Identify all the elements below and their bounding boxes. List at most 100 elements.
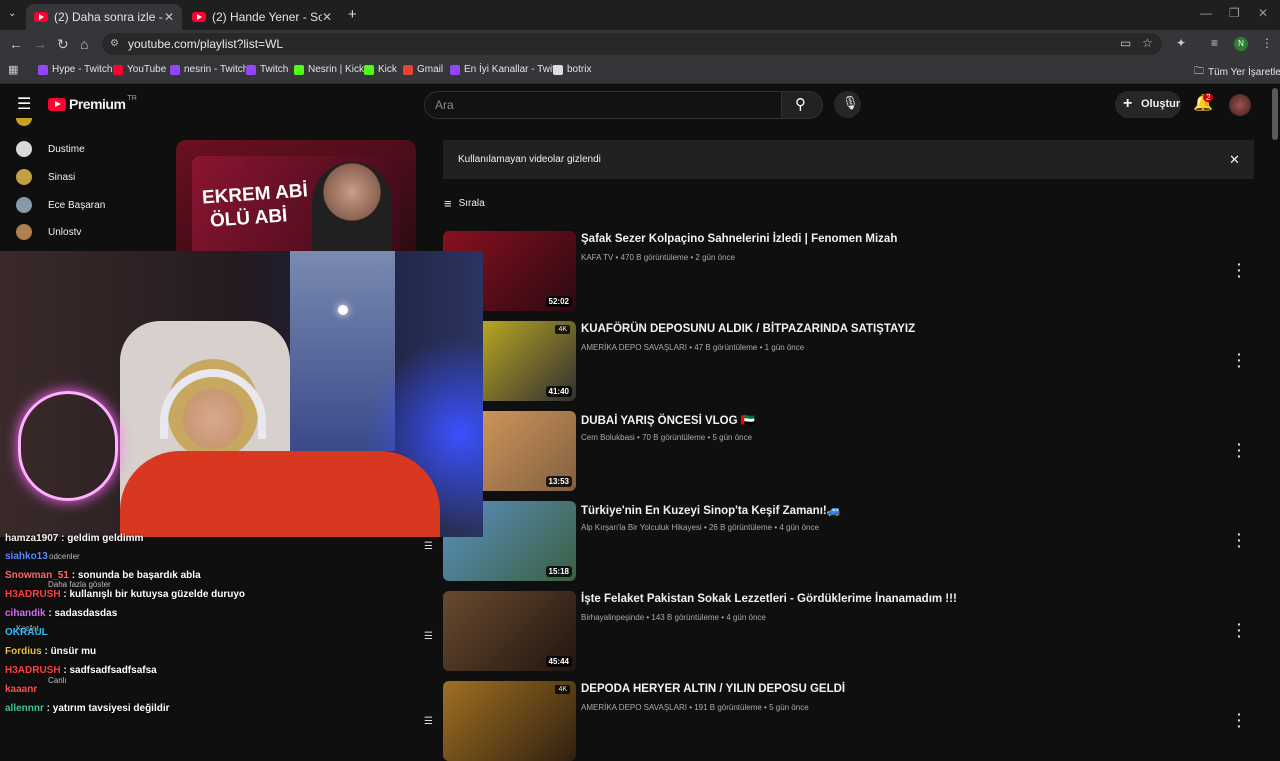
site-info-icon[interactable]: ⚙ bbox=[110, 33, 119, 55]
more-actions-icon[interactable]: · · · bbox=[1237, 617, 1242, 643]
playlist-video-row[interactable]: 45:44 İşte Felaket Pakistan Sokak Lezzetl… bbox=[443, 591, 1254, 671]
more-actions-icon[interactable]: · · · bbox=[1237, 347, 1242, 373]
drag-handle-icon[interactable]: ☰ bbox=[424, 541, 433, 552]
browser-tab-strip: ⌄ (2) Daha sonra izle - YouTube ✕ (2) Ha… bbox=[0, 0, 1280, 30]
chat-username[interactable]: Snowman_51 bbox=[5, 570, 69, 581]
forward-icon[interactable]: → bbox=[33, 36, 47, 52]
video-title[interactable]: DEPODA HERYER ALTIN / YILIN DEPOSU GELDİ bbox=[581, 683, 845, 695]
chat-username[interactable]: H3ADRUSH bbox=[5, 665, 61, 676]
close-tab-icon[interactable]: ✕ bbox=[164, 10, 174, 24]
video-title[interactable]: KUAFÖRÜN DEPOSUNU ALDIK / BİTPAZARINDA S… bbox=[581, 323, 915, 335]
more-actions-icon[interactable]: · · · bbox=[1237, 257, 1242, 283]
stream-chat-overlay: Daha fazla göster Kesfet Canlı odcenler … bbox=[0, 533, 440, 720]
reload-icon[interactable]: ↻ bbox=[57, 36, 69, 53]
sidebar-item-unlostv[interactable]: Unlostv bbox=[16, 222, 81, 242]
more-actions-icon[interactable]: · · · bbox=[1237, 527, 1242, 553]
channel-name[interactable]: AMERİKA DEPO SAVAŞLARI bbox=[581, 703, 687, 712]
close-window-icon[interactable]: ✕ bbox=[1258, 6, 1268, 20]
sidebar-item-ece-basaran[interactable]: Ece Başaran bbox=[16, 195, 105, 215]
channel-name[interactable]: Birhayalinpeşinde bbox=[581, 613, 644, 622]
extensions-icon[interactable]: ✦ bbox=[1176, 36, 1186, 50]
video-title[interactable]: İşte Felaket Pakistan Sokak Lezzetleri -… bbox=[581, 593, 957, 605]
playlist-hero-panel: EKREM ABİ ÖLÜ ABİ bbox=[176, 140, 416, 260]
minimize-icon[interactable]: — bbox=[1200, 6, 1212, 20]
chat-username[interactable]: Fordius bbox=[5, 646, 42, 657]
close-tab-icon[interactable]: ✕ bbox=[322, 10, 332, 24]
video-title[interactable]: DUBAİ YARIŞ ÖNCESİ VLOG 🇦🇪 bbox=[581, 413, 755, 427]
tab-watch-later[interactable]: (2) Daha sonra izle - YouTube ✕ bbox=[26, 4, 182, 30]
playlist-video-row[interactable]: 15:18 Türkiye'nin En Kuzeyi Sinop'ta Keşi… bbox=[443, 501, 1254, 581]
avatar bbox=[16, 224, 32, 240]
video-meta: KAFA TV • 470 B görüntüleme • 2 gün önce bbox=[581, 253, 735, 262]
youtube-logo[interactable]: Premium TR bbox=[48, 94, 137, 112]
bookmark-item[interactable]: Hype - Twitch bbox=[38, 64, 112, 75]
quality-badge: 4K bbox=[555, 685, 570, 694]
video-title[interactable]: Şafak Sezer Kolpaçino Sahnelerini İzledi… bbox=[581, 233, 897, 245]
video-title[interactable]: Türkiye'nin En Kuzeyi Sinop'ta Keşif Zam… bbox=[581, 503, 841, 517]
bookmark-item[interactable]: botrix bbox=[553, 64, 591, 75]
chat-username[interactable]: allennnr bbox=[5, 703, 44, 714]
drag-handle-icon[interactable]: ☰ bbox=[424, 716, 433, 727]
apps-grid-icon[interactable]: ▦ bbox=[8, 63, 18, 76]
url-bar[interactable]: ⚙ youtube.com/playlist?list=WL bbox=[102, 33, 1162, 55]
bookmark-star-icon[interactable]: ☆ bbox=[1142, 36, 1153, 50]
hamburger-menu-icon[interactable]: ☰ bbox=[17, 94, 31, 114]
views-age: 143 B görüntüleme • 4 gün önce bbox=[651, 613, 766, 622]
drag-handle-icon[interactable]: ☰ bbox=[424, 631, 433, 642]
bookmark-item[interactable]: En İyi Kanallar - Twit... bbox=[450, 64, 563, 75]
hero-thumb-line1: EKREM ABİ bbox=[201, 180, 309, 209]
sort-icon: ≡ bbox=[444, 196, 452, 211]
chat-username[interactable]: hamza1907 bbox=[5, 533, 58, 544]
address-toolbar: ← → ↻ ⌂ ⚙ youtube.com/playlist?list=WL ▭… bbox=[0, 30, 1280, 58]
chat-username[interactable]: kaaanr bbox=[5, 684, 37, 695]
bookmark-item[interactable]: Kick bbox=[364, 64, 397, 75]
chat-username[interactable]: OKRAUL bbox=[5, 627, 48, 638]
bookmark-item[interactable]: nesrin - Twitch bbox=[170, 64, 248, 75]
tab-search-icon[interactable]: ⌄ bbox=[8, 8, 16, 19]
channel-name[interactable]: KAFA TV bbox=[581, 253, 613, 262]
playlist-video-row[interactable]: 4K DEPODA HERYER ALTIN / YILIN DEPOSU GEL… bbox=[443, 681, 1254, 761]
browser-menu-icon[interactable]: ⋮ bbox=[1261, 36, 1273, 50]
chat-username[interactable]: siahko13 bbox=[5, 551, 48, 562]
sidebar-item-sinasi[interactable]: Sinasi bbox=[16, 167, 75, 187]
close-icon[interactable]: ✕ bbox=[1229, 140, 1240, 179]
chat-text: geldim geldimm bbox=[67, 533, 144, 544]
search-input[interactable]: Ara bbox=[424, 91, 782, 119]
profile-avatar[interactable]: N bbox=[1234, 37, 1248, 51]
video-thumbnail[interactable]: 45:44 bbox=[443, 591, 576, 671]
all-bookmarks-folder[interactable]: 🗀 Tüm Yer İşaretleri bbox=[1194, 64, 1280, 81]
bookmark-item[interactable]: Gmail bbox=[403, 64, 443, 75]
video-meta: Birhayalinpeşinde • 143 B görüntüleme • … bbox=[581, 613, 766, 622]
playlist-video-row[interactable]: 52:02 Şafak Sezer Kolpaçino Sahnelerini İ… bbox=[443, 231, 1254, 311]
voice-search-button[interactable]: 🎙 bbox=[834, 91, 861, 118]
create-button[interactable]: + Oluştur bbox=[1115, 91, 1181, 118]
more-actions-icon[interactable]: · · · bbox=[1237, 707, 1242, 733]
channel-name[interactable]: AMERİKA DEPO SAVAŞLARI bbox=[581, 343, 687, 352]
playlist-video-row[interactable]: 4K 41:40 KUAFÖRÜN DEPOSUNU ALDIK / BİTPAZA… bbox=[443, 321, 1254, 401]
chat-username[interactable]: cihandik bbox=[5, 608, 46, 619]
playlist-video-row[interactable]: 13:53 DUBAİ YARIŞ ÖNCESİ VLOG 🇦🇪 Cem Boluk… bbox=[443, 411, 1254, 491]
page-scrollbar[interactable] bbox=[1272, 88, 1278, 140]
chat-username[interactable]: H3ADRUSH bbox=[5, 589, 61, 600]
video-thumbnail[interactable]: 4K bbox=[443, 681, 576, 761]
sidebar-item-dustime[interactable]: Dustime bbox=[16, 139, 85, 159]
sort-button[interactable]: ≡ Sırala bbox=[444, 196, 485, 211]
bookmark-item[interactable]: Twitch bbox=[246, 64, 288, 75]
reading-list-icon[interactable]: ≡ bbox=[1211, 36, 1218, 50]
search-button[interactable]: ⚲ bbox=[781, 91, 823, 119]
bookmark-item[interactable]: Nesrin | Kick bbox=[294, 64, 364, 75]
playlist-hero-thumbnail[interactable]: EKREM ABİ ÖLÜ ABİ bbox=[192, 156, 400, 260]
back-icon[interactable]: ← bbox=[9, 36, 23, 52]
cast-icon[interactable]: ▭ bbox=[1120, 36, 1131, 50]
tab-hande-yener[interactable]: (2) Hande Yener - Sopa ( Club ✕ bbox=[184, 4, 340, 30]
restore-icon[interactable]: ❐ bbox=[1229, 6, 1240, 20]
youtube-favicon-icon bbox=[192, 12, 206, 22]
bookmark-item[interactable]: YouTube bbox=[113, 64, 166, 75]
home-icon[interactable]: ⌂ bbox=[80, 36, 88, 52]
more-actions-icon[interactable]: · · · bbox=[1237, 437, 1242, 463]
account-avatar[interactable] bbox=[1229, 94, 1251, 116]
logo-region: TR bbox=[127, 94, 137, 102]
new-tab-button[interactable]: + bbox=[348, 6, 357, 23]
channel-name[interactable]: Cem Bolukbasi bbox=[581, 433, 635, 442]
channel-name[interactable]: Alp Kırşan'la Bir Yolculuk Hikayesi bbox=[581, 523, 702, 532]
